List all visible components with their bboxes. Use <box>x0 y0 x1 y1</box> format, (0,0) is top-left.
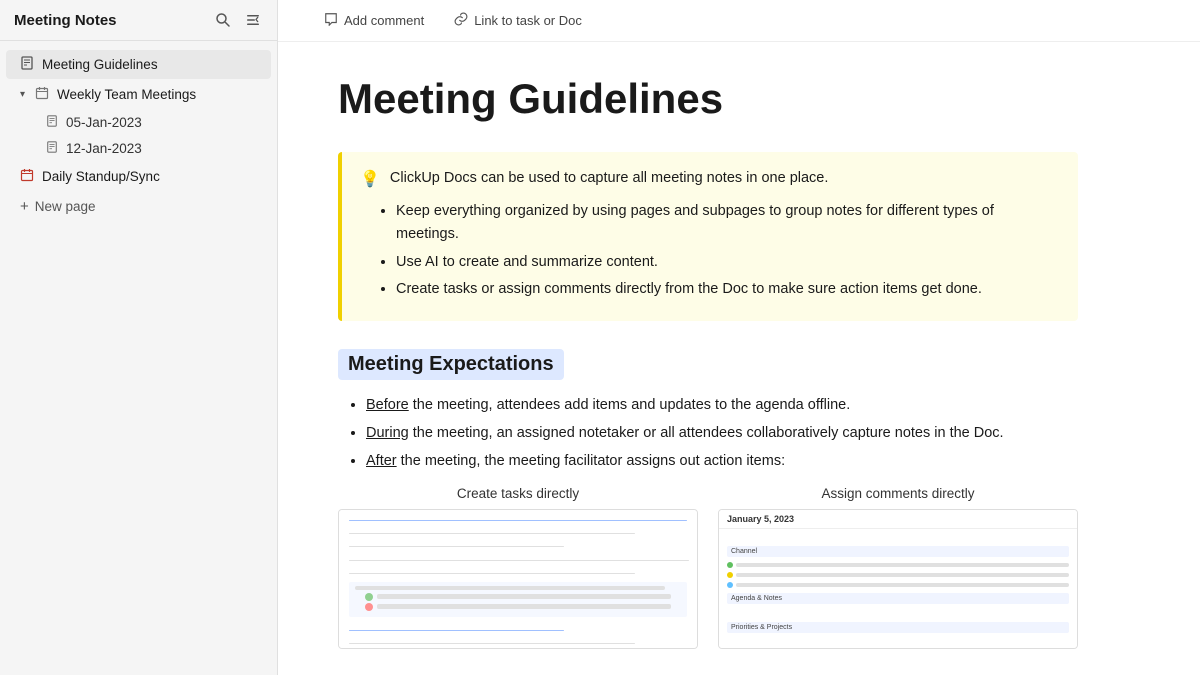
chevron-down-icon: ▾ <box>20 89 25 100</box>
img-sim-bar-2 <box>349 533 635 534</box>
callout-block: 💡 ClickUp Docs can be used to capture al… <box>338 152 1078 321</box>
img-sim-row-2 <box>365 603 671 611</box>
new-page-label: New page <box>35 199 96 214</box>
expectations-list: Before the meeting, attendees add items … <box>338 394 1078 474</box>
section-heading-wrap: Meeting Expectations <box>338 349 1078 380</box>
before-label: Before <box>366 397 409 413</box>
add-comment-label: Add comment <box>344 13 424 28</box>
img-calendar: January 5, 2023 Channel <box>719 510 1077 648</box>
sidebar-header: Meeting Notes <box>0 0 277 41</box>
doc-toolbar: Add comment Link to task or Doc <box>278 0 1200 42</box>
comment-icon <box>324 12 338 29</box>
sidebar-item-label-meeting-guidelines: Meeting Guidelines <box>42 57 158 72</box>
img-sim-bar-7 <box>349 643 635 644</box>
callout-list: Keep everything organized by using pages… <box>360 200 1060 301</box>
sidebar-item-meeting-guidelines[interactable]: Meeting Guidelines <box>6 50 271 79</box>
expectation-during: During the meeting, an assigned notetake… <box>366 422 1078 446</box>
img-cal-line-2 <box>736 573 1069 577</box>
img-sim-row-1 <box>365 593 671 601</box>
section-heading-meeting-expectations: Meeting Expectations <box>338 349 564 380</box>
sidebar-item-label-daily: Daily Standup/Sync <box>42 169 160 184</box>
image-left-caption: Create tasks directly <box>457 486 579 501</box>
sidebar-item-jan12[interactable]: 12-Jan-2023 <box>6 136 271 161</box>
image-col-left: Create tasks directly <box>338 486 698 649</box>
sidebar-item-jan5[interactable]: 05-Jan-2023 <box>6 110 271 135</box>
img-cal-line-3 <box>736 583 1069 587</box>
search-button[interactable] <box>213 10 233 30</box>
lightbulb-icon: 💡 <box>360 169 380 189</box>
img-sim-bar-5 <box>349 573 635 574</box>
callout-bullet-1: Keep everything organized by using pages… <box>396 200 1060 246</box>
sidebar-item-weekly-team-meetings[interactable]: ▾ Weekly Team Meetings <box>6 80 271 109</box>
img-cal-section-2: Agenda & Notes <box>727 593 1069 604</box>
after-text: the meeting, the meeting facilitator ass… <box>397 453 785 469</box>
sidebar-item-daily-standup[interactable]: Daily Standup/Sync <box>6 162 271 191</box>
document-icon-small2 <box>46 141 58 156</box>
sidebar: Meeting Notes <box>0 0 278 675</box>
callout-bullet-2: Use AI to create and summarize content. <box>396 251 1060 274</box>
img-sim-line-1 <box>377 594 671 599</box>
img-cal-dot-1 <box>727 562 733 568</box>
during-text: the meeting, an assigned notetaker or al… <box>409 425 1004 441</box>
main-content: Add comment Link to task or Doc Meeting … <box>278 0 1200 675</box>
image-placeholder-right: January 5, 2023 Channel <box>718 509 1078 649</box>
link-task-button[interactable]: Link to task or Doc <box>448 9 588 32</box>
img-cal-section-3: Priorities & Projects <box>727 622 1069 633</box>
image-row: Create tasks directly <box>338 486 1078 649</box>
calendar-icon-standup <box>20 168 34 185</box>
img-sim-bar-4 <box>349 560 689 561</box>
img-cal-header: January 5, 2023 <box>719 510 1077 529</box>
during-label: During <box>366 425 409 441</box>
plus-icon: + <box>20 198 29 215</box>
callout-header: 💡 ClickUp Docs can be used to capture al… <box>360 168 1060 190</box>
img-sim-bar-6 <box>349 630 564 631</box>
document-icon-small <box>46 115 58 130</box>
search-icon <box>215 12 231 28</box>
sidebar-title: Meeting Notes <box>14 12 117 29</box>
img-cal-row-3 <box>727 582 1069 588</box>
img-sim-section-1 <box>349 582 687 617</box>
img-sim-left <box>339 510 697 648</box>
document-icon <box>20 56 34 73</box>
collapse-sidebar-button[interactable] <box>243 10 263 30</box>
img-cal-section-1: Channel <box>727 546 1069 557</box>
img-cal-row-2 <box>727 572 1069 578</box>
new-page-button[interactable]: + New page <box>6 192 271 221</box>
image-col-right: Assign comments directly January 5, 2023… <box>718 486 1078 649</box>
img-sim-bar-1 <box>349 520 687 521</box>
doc-body: Meeting Guidelines 💡 ClickUp Docs can be… <box>278 42 1138 675</box>
add-comment-button[interactable]: Add comment <box>318 9 430 32</box>
img-sim-bar-3 <box>349 546 564 547</box>
sidebar-item-label-weekly: Weekly Team Meetings <box>57 87 196 102</box>
before-text: the meeting, attendees add items and upd… <box>409 397 851 413</box>
callout-intro: ClickUp Docs can be used to capture all … <box>390 168 828 190</box>
sidebar-nav: Meeting Guidelines ▾ Weekly Team Meeting… <box>0 41 277 230</box>
img-sim-inner-bar <box>355 586 665 590</box>
image-right-caption: Assign comments directly <box>821 486 974 501</box>
img-cal-line-1 <box>736 563 1069 567</box>
sidebar-item-label-jan12: 12-Jan-2023 <box>66 141 142 156</box>
img-cal-dot-3 <box>727 582 733 588</box>
expectation-after: After the meeting, the meeting facilitat… <box>366 450 1078 474</box>
img-sim-dot-1 <box>365 593 373 601</box>
image-placeholder-left <box>338 509 698 649</box>
img-sim-dot-2 <box>365 603 373 611</box>
after-label: After <box>366 453 397 469</box>
callout-bullet-3: Create tasks or assign comments directly… <box>396 278 1060 301</box>
expectation-before: Before the meeting, attendees add items … <box>366 394 1078 418</box>
calendar-icon <box>35 86 49 103</box>
link-icon <box>454 12 468 29</box>
sidebar-header-icons <box>213 10 263 30</box>
img-cal-dot-2 <box>727 572 733 578</box>
doc-title: Meeting Guidelines <box>338 74 1078 124</box>
link-task-label: Link to task or Doc <box>474 13 582 28</box>
img-cal-row-1 <box>727 562 1069 568</box>
sidebar-item-label-jan5: 05-Jan-2023 <box>66 115 142 130</box>
collapse-icon <box>245 12 261 28</box>
img-sim-line-2 <box>377 604 671 609</box>
